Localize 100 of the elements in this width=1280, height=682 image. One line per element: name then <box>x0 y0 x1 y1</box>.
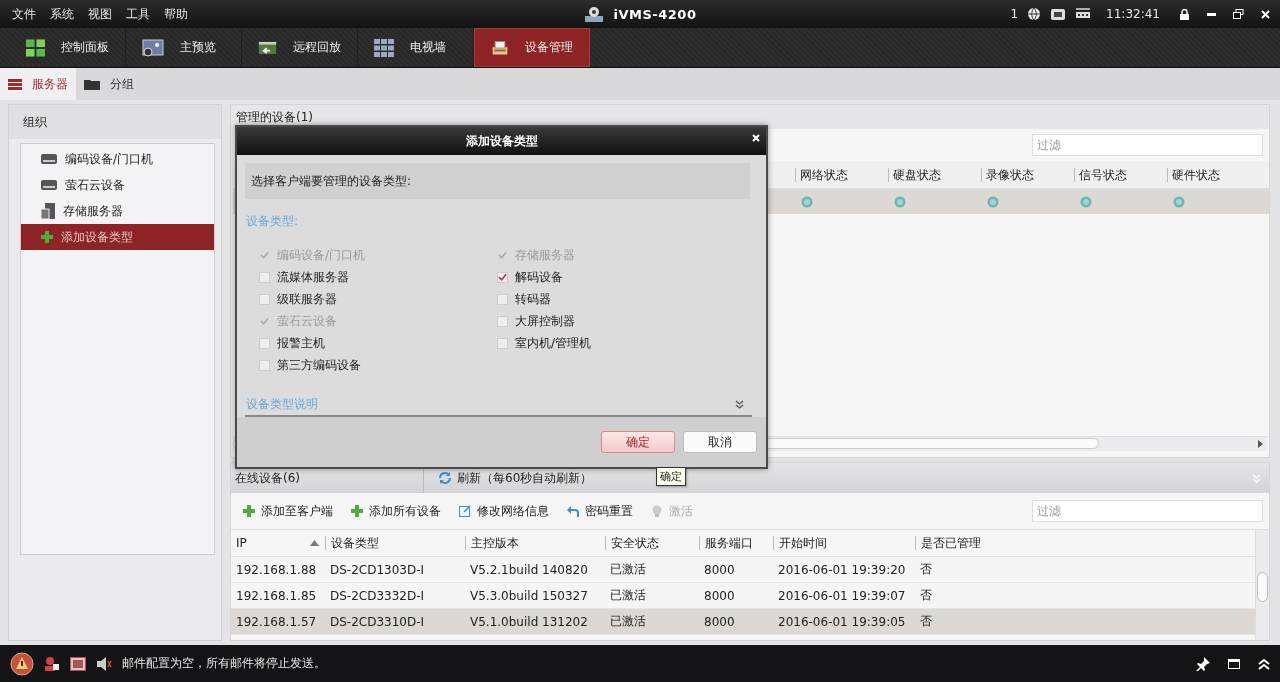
table-cell-text: DS-2CD3310D-I <box>329 614 426 629</box>
image-icon[interactable] <box>70 656 86 671</box>
panel-title: 组织 <box>23 113 47 131</box>
table-cell-text: 否 <box>919 587 933 604</box>
table-cell-text: V5.3.0build 150327 <box>469 588 589 603</box>
nav-tab[interactable]: 远程回放 <box>242 28 358 67</box>
checkbox[interactable] <box>259 359 270 371</box>
pin-icon[interactable] <box>1196 656 1210 671</box>
table-cell-text: 2016-06-01 19:39:07 <box>777 588 907 603</box>
checkbox[interactable] <box>497 315 508 327</box>
column-header[interactable]: IP <box>231 536 325 550</box>
table-cell-text: 已激活 <box>609 587 647 604</box>
plus-icon <box>351 505 363 517</box>
table-cell-text: 8000 <box>703 614 736 629</box>
toolbar-button[interactable]: 密码重置 <box>567 502 633 520</box>
sub-tab[interactable]: 分组 <box>76 68 142 100</box>
checkbox-option[interactable]: 级联服务器 <box>259 288 497 310</box>
filter-field[interactable]: 过滤 <box>1032 134 1263 156</box>
close-icon[interactable] <box>752 134 760 142</box>
recorder-icon <box>41 154 57 164</box>
refresh-button[interactable]: 刷新（每60秒自动刷新） <box>438 469 593 487</box>
status-icon <box>987 195 999 208</box>
toolbar-button[interactable]: 添加至客户端 <box>243 502 333 520</box>
status-icon <box>1080 195 1092 208</box>
column-header[interactable]: 录像状态 <box>981 167 1074 182</box>
cancel-button[interactable]: 取消 <box>683 431 757 453</box>
prompt-text: 选择客户端要管理的设备类型: <box>245 163 750 199</box>
status-icon <box>801 195 813 208</box>
sort-arrow-icon[interactable] <box>310 540 319 546</box>
confirm-button[interactable]: 确定 <box>601 431 675 453</box>
table-cell-text: V5.1.0build 131202 <box>469 614 589 629</box>
checkbox-option[interactable]: 室内机/管理机 <box>497 332 752 354</box>
column-header[interactable]: 主控版本 <box>465 536 605 550</box>
checkbox[interactable] <box>497 337 508 349</box>
vertical-scrollbar[interactable] <box>1255 530 1269 640</box>
section-label: 设备类型: <box>246 213 300 230</box>
menu-item[interactable]: 文件 <box>6 5 42 23</box>
checkbox[interactable] <box>259 337 270 349</box>
memory-icon <box>1075 7 1092 21</box>
column-header[interactable]: 服务端口 <box>699 536 773 550</box>
column-header[interactable]: 安全状态 <box>605 536 699 550</box>
status-message: 邮件配置为空，所有邮件将停止发送。 <box>122 655 326 672</box>
menu-item[interactable]: 工具 <box>120 5 156 23</box>
warning-icon[interactable] <box>10 651 34 676</box>
toolbar-button[interactable]: 添加所有设备 <box>351 502 441 520</box>
checkbox-option[interactable]: 流媒体服务器 <box>259 266 497 288</box>
plus-icon <box>243 505 255 517</box>
checkbox-option[interactable]: 第三方编码设备 <box>259 354 497 376</box>
column-header[interactable]: 设备类型 <box>325 536 465 550</box>
app-title: iVMS-4200 <box>613 6 697 22</box>
menu-item[interactable]: 视图 <box>82 5 118 23</box>
recorder-icon <box>41 180 57 190</box>
checkbox-option[interactable]: 解码设备 <box>497 266 752 288</box>
clock-time: 11:32:41 <box>1106 7 1160 21</box>
filter-field[interactable]: 过滤 <box>1032 500 1263 522</box>
checkbox[interactable] <box>259 293 270 305</box>
folder-icon <box>84 78 100 90</box>
undo-icon <box>567 505 579 517</box>
bulb-icon <box>651 504 663 518</box>
checkbox[interactable] <box>497 271 508 283</box>
table-cell-text: 2016-06-01 19:39:20 <box>777 562 907 577</box>
checkbox[interactable] <box>497 293 508 305</box>
table-cell-text: 否 <box>919 613 933 630</box>
list-item[interactable]: 添加设备类型 <box>21 224 214 250</box>
toolbar-button[interactable]: 修改网络信息 <box>459 502 549 520</box>
table-cell-text: 8000 <box>703 562 736 577</box>
sub-tab[interactable]: 服务器 <box>0 68 76 100</box>
storage-icon <box>41 203 55 219</box>
table-cell-text: 192.168.1.57 <box>235 614 318 629</box>
table-cell-text: V5.2.1build 140820 <box>469 562 589 577</box>
list-item[interactable]: 萤石云设备 <box>21 172 214 198</box>
checkbox-option[interactable]: 报警主机 <box>259 332 497 354</box>
status-icon <box>1173 195 1185 208</box>
double-chevron-icon[interactable] <box>1258 657 1270 670</box>
grid-icon <box>26 38 45 57</box>
double-chevron-icon <box>735 400 744 409</box>
column-header[interactable]: 网络状态 <box>795 167 888 182</box>
section-title: 管理的设备(1) <box>236 110 313 124</box>
list-item[interactable]: 存储服务器 <box>21 198 214 224</box>
nav-tab[interactable]: 设备管理 <box>474 28 590 67</box>
checkbox[interactable] <box>259 271 270 283</box>
table-cell-text: 192.168.1.85 <box>235 588 318 603</box>
column-header[interactable]: 硬件状态 <box>1167 167 1260 182</box>
list-item[interactable]: 编码设备/门口机 <box>21 146 214 172</box>
menu-item[interactable]: 帮助 <box>158 5 194 23</box>
plus-icon <box>41 231 53 243</box>
column-header[interactable]: 开始时间 <box>773 536 915 550</box>
nav-tab[interactable]: 主预览 <box>126 28 242 67</box>
checkbox-option[interactable]: 转码器 <box>497 288 752 310</box>
status-icon <box>894 195 906 208</box>
checkbox-option[interactable]: 大屏控制器 <box>497 310 752 332</box>
menu-item[interactable]: 系统 <box>44 5 80 23</box>
column-header[interactable]: 硬盘状态 <box>888 167 981 182</box>
speaker-icon[interactable] <box>96 656 112 671</box>
user-icon[interactable] <box>44 655 60 672</box>
column-header[interactable]: 信号状态 <box>1074 167 1167 182</box>
tooltip: 确定 <box>656 467 686 486</box>
table-row[interactable]: 192.168.1.57 DS-2CD3310D-I V5.1.0build 131202 已激活 8000 2016-06-01 19:39:05 否 <box>231 609 1255 635</box>
nav-tab[interactable]: 控制面板 <box>10 28 126 67</box>
window-icon[interactable] <box>1228 658 1240 669</box>
